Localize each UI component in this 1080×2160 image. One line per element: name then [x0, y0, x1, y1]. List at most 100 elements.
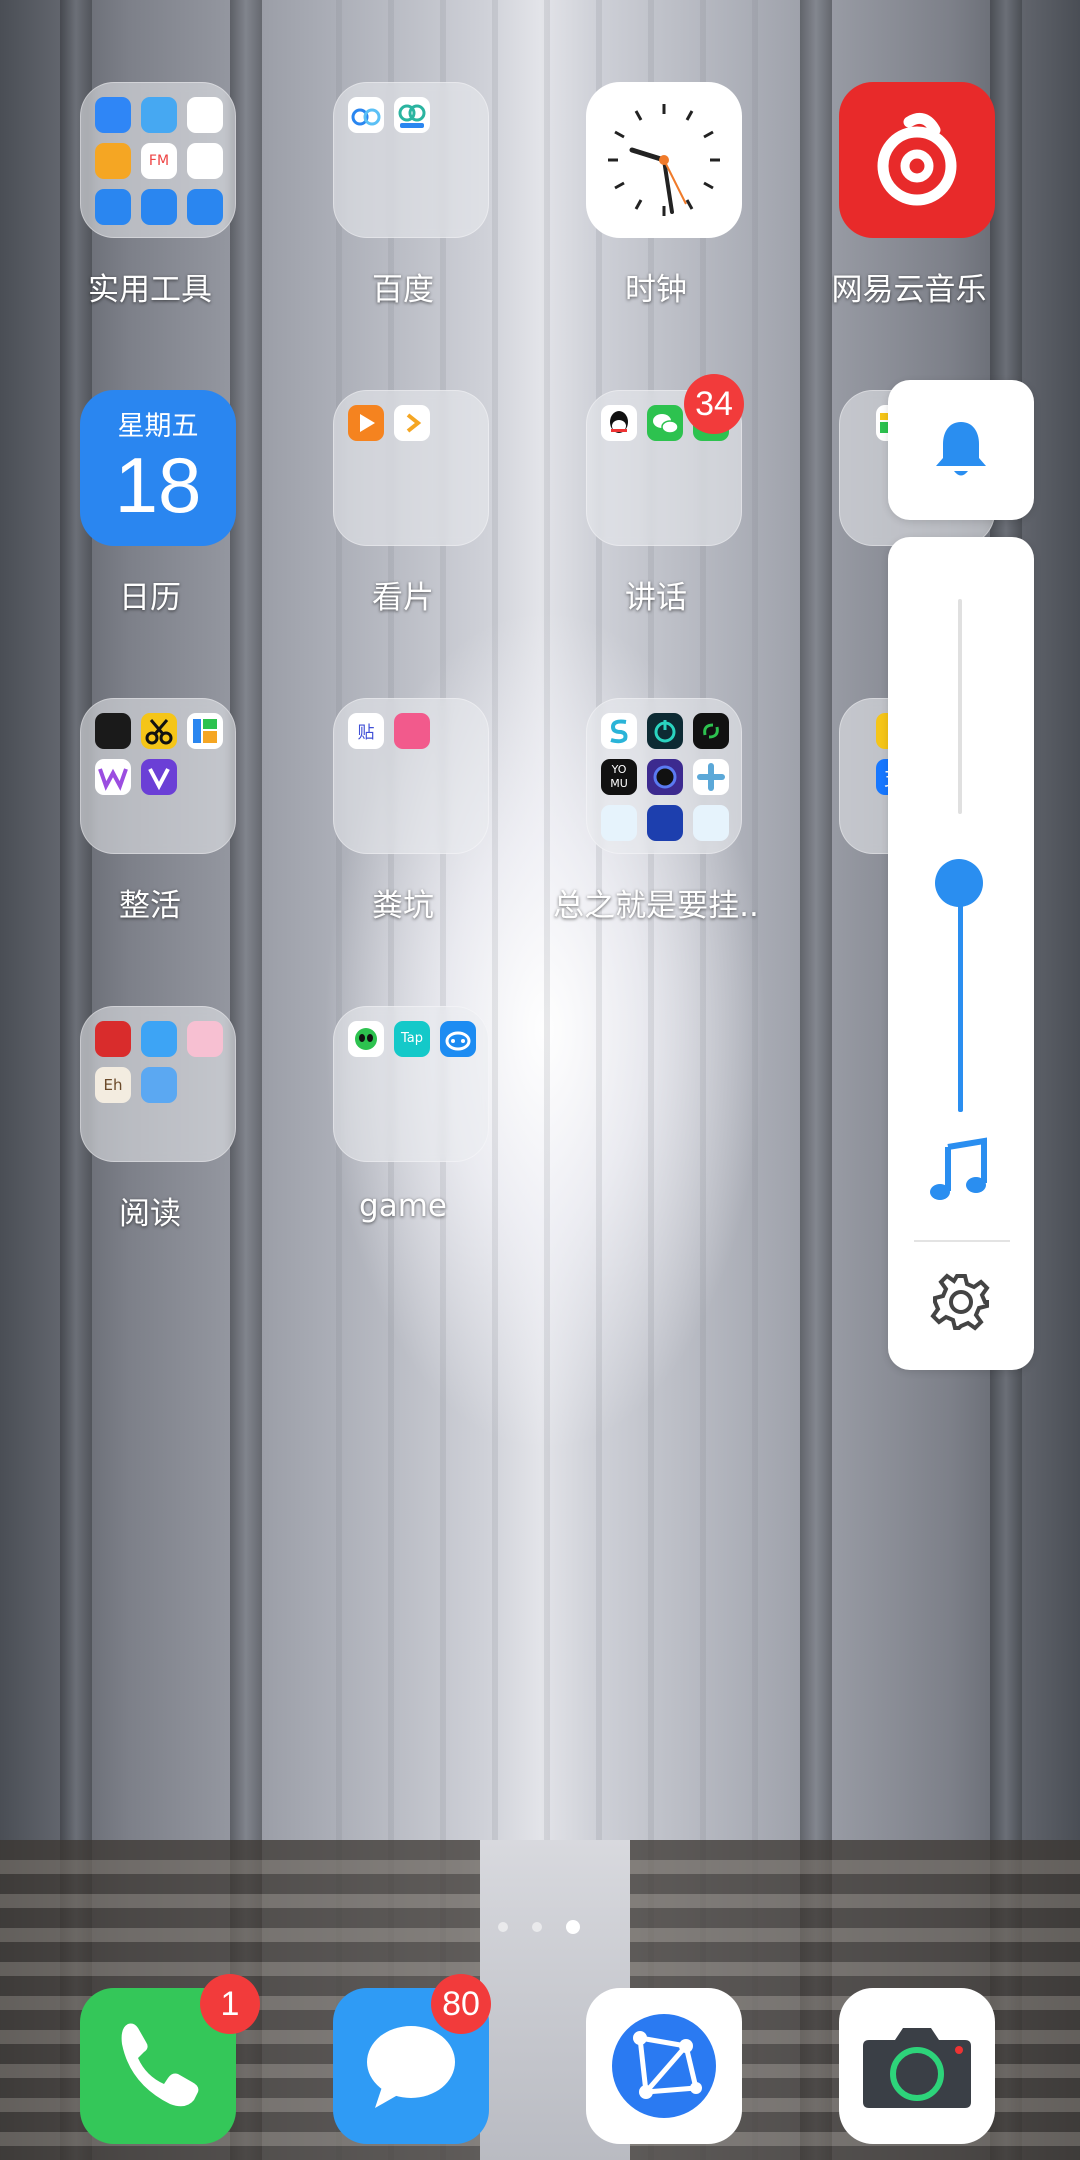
tips-icon — [95, 143, 131, 179]
comic-app-icon — [187, 1021, 223, 1057]
social-app-icon — [394, 713, 430, 749]
folder-game[interactable]: Tap game — [313, 1006, 493, 1224]
app-label: 总之就是要挂.. — [553, 888, 759, 924]
camera-icon — [839, 1988, 995, 2144]
notification-badge: 34 — [684, 374, 744, 434]
panel-divider — [914, 1240, 1010, 1242]
cube-app-icon — [647, 805, 683, 841]
app-netease-music[interactable]: 网易云音乐 — [819, 82, 999, 308]
power-app-icon — [647, 713, 683, 749]
browser-icon — [586, 1988, 742, 2144]
folder-utilities[interactable]: FM 实用工具 — [60, 82, 240, 308]
folder-tile — [333, 390, 489, 546]
volume-slider-thumb[interactable] — [935, 859, 983, 907]
feather-app-icon — [141, 1021, 177, 1057]
calendar-day: 18 — [114, 441, 202, 529]
bell-icon — [936, 422, 986, 476]
fan-app-icon — [693, 759, 729, 795]
app-label: 阅读 — [119, 1196, 181, 1232]
netease-music-icon — [839, 82, 995, 238]
fm-icon: FM — [141, 143, 177, 179]
volume-panel — [888, 537, 1034, 1370]
game-center-icon — [440, 1021, 476, 1057]
folder-zhenghuo[interactable]: 整活 — [60, 698, 240, 924]
alien-game-icon — [348, 1021, 384, 1057]
memo-icon — [187, 189, 223, 225]
folder-reading[interactable]: Eh 阅读 — [60, 1006, 240, 1232]
cloud-app-icon-2 — [693, 805, 729, 841]
taptap-icon: Tap — [394, 1021, 430, 1057]
gear-icon[interactable] — [930, 1271, 992, 1333]
app-label: 讲话 — [625, 580, 687, 616]
app-calendar[interactable]: 星期五 18 日历 — [60, 390, 240, 616]
clock-icon — [586, 82, 742, 238]
baidu-netdisk-icon — [348, 97, 384, 133]
page-dot[interactable] — [498, 1922, 508, 1932]
app-label: 网易云音乐 — [831, 272, 987, 308]
folder-chat[interactable]: 34 讲话 — [566, 374, 746, 616]
eh-icon: Eh — [95, 1067, 131, 1103]
page-dot-active[interactable] — [566, 1920, 580, 1934]
recorder-icon — [187, 143, 223, 179]
v-app-icon — [141, 759, 177, 795]
scissors-icon — [141, 713, 177, 749]
wechat-icon — [647, 405, 683, 441]
dock-camera[interactable] — [819, 1988, 999, 2148]
home-screen: FM 实用工具 百度 时钟 网易云音乐 星期五 18 日历 看片 34 讲话 整… — [0, 0, 1080, 2160]
folder-tile: YO MU — [586, 698, 742, 854]
folder-tile: FM — [80, 82, 236, 238]
app-label: 百度 — [372, 272, 434, 308]
app-label: 时钟 — [625, 272, 687, 308]
page-indicator — [0, 1916, 1080, 1936]
yomu-icon: YO MU — [601, 759, 637, 795]
wallpaper-pillar — [800, 0, 832, 2160]
app-label: 实用工具 — [88, 272, 212, 308]
app-label: 粪坑 — [372, 888, 434, 924]
video-app-icon — [348, 405, 384, 441]
editor-app-icon — [187, 713, 223, 749]
app-label: 整活 — [119, 888, 181, 924]
qq-icon — [601, 405, 637, 441]
baidu-cloud-icon — [394, 97, 430, 133]
game-avatar-icon — [95, 713, 131, 749]
s-app-icon — [601, 713, 637, 749]
notification-badge: 80 — [431, 1974, 491, 2034]
notification-badge: 1 — [200, 1974, 260, 2034]
calendar-weekday: 星期五 — [117, 411, 199, 442]
cloud-app-icon — [601, 805, 637, 841]
volume-track-empty — [958, 599, 962, 814]
link-app-icon — [693, 713, 729, 749]
app-label: game — [359, 1188, 447, 1224]
tieba-icon: 贴 — [348, 713, 384, 749]
svg-text:贴: 贴 — [358, 723, 375, 743]
orb-app-icon — [647, 759, 683, 795]
folder-tile: 贴 — [333, 698, 489, 854]
w-app-icon — [95, 759, 131, 795]
contacts-icon — [95, 97, 131, 133]
app-label: 日历 — [119, 580, 181, 616]
folder-tile: Eh — [80, 1006, 236, 1162]
calendar-icon: 星期五 18 — [80, 390, 236, 546]
ebook-app-icon — [141, 1067, 177, 1103]
dock-phone[interactable]: 1 — [60, 1974, 260, 2148]
dock-browser[interactable] — [566, 1988, 746, 2148]
video-player-icon — [394, 405, 430, 441]
files-icon — [141, 189, 177, 225]
folder-tile — [80, 698, 236, 854]
calculator-icon — [187, 97, 223, 133]
dock-messages[interactable]: 80 — [313, 1974, 493, 2148]
weather-icon — [141, 97, 177, 133]
music-note-icon — [930, 1137, 987, 1200]
novel-app-icon — [95, 1021, 131, 1057]
folder-tools[interactable]: YO MU 总之就是要挂.. — [553, 698, 759, 924]
folder-fenkeng[interactable]: 贴 粪坑 — [313, 698, 493, 924]
app-label: 看片 — [372, 580, 434, 616]
folder-baidu[interactable]: 百度 — [313, 82, 493, 308]
volume-track-filled — [958, 882, 963, 1112]
folder-video[interactable]: 看片 — [313, 390, 493, 616]
app-clock[interactable]: 时钟 — [566, 82, 746, 308]
ringer-mode-button[interactable] — [888, 380, 1034, 520]
folder-tile — [333, 82, 489, 238]
page-dot[interactable] — [532, 1922, 542, 1932]
phone-clone-icon — [95, 189, 131, 225]
